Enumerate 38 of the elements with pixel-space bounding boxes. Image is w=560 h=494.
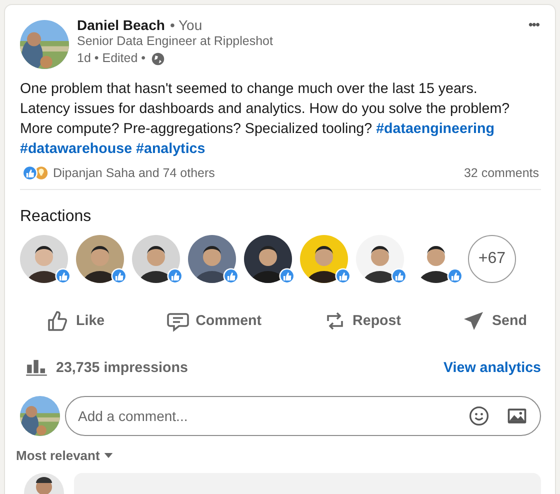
like-icon: [335, 268, 351, 284]
send-button[interactable]: Send: [462, 303, 527, 339]
thumbs-up-icon: [46, 309, 70, 333]
impressions-count: 23,735 impressions: [56, 360, 188, 376]
view-analytics-link[interactable]: View analytics: [444, 360, 541, 376]
like-icon: [223, 268, 239, 284]
post-text: One problem that hasn't seemed to change much over the last 15 years.: [20, 80, 478, 99]
hashtag-link[interactable]: #datawarehouse: [20, 141, 132, 157]
repost-button[interactable]: Repost: [322, 303, 402, 339]
caret-icon: [104, 453, 113, 458]
author-name[interactable]: Daniel Beach: [77, 17, 165, 33]
reactions-summary[interactable]: Dipanjan Saha and 74 others: [53, 166, 215, 180]
reactions-heading: Reactions: [20, 208, 92, 226]
relation-label: • You: [170, 17, 202, 33]
like-icon: [55, 268, 71, 284]
like-icon: [391, 268, 407, 284]
post-text: Latency issues for dashboards and analytics. How do you solve the problem?: [20, 100, 511, 119]
post-text: More compute? Pre-aggregations? Specialized tooling? #dataengineering: [20, 120, 496, 139]
more-reactions-button[interactable]: +67: [468, 235, 516, 283]
like-icon: [111, 268, 127, 284]
author-headline: Senior Data Engineer at Rippleshot: [77, 33, 274, 50]
like-icon: [279, 268, 295, 284]
post-time: 1d • Edited •: [77, 50, 146, 67]
sort-dropdown[interactable]: Most relevant: [16, 448, 113, 463]
like-button[interactable]: Like: [46, 303, 105, 339]
like-icon: [167, 268, 183, 284]
hashtag-link[interactable]: #dataengineering: [376, 121, 494, 137]
bar-chart-icon: [26, 359, 47, 376]
emoji-icon[interactable]: [468, 405, 490, 427]
reaction-icons: [22, 165, 50, 181]
comment-box[interactable]: Add a comment...: [65, 396, 541, 436]
hashtag-link[interactable]: #analytics: [136, 141, 206, 157]
comment-button[interactable]: Comment: [166, 303, 262, 339]
like-icon: [447, 268, 463, 284]
more-button[interactable]: •••: [526, 17, 541, 32]
comments-count[interactable]: 32 comments: [464, 166, 539, 180]
comment-field[interactable]: Add a comment...: [76, 407, 452, 425]
globe-icon: [150, 52, 165, 66]
